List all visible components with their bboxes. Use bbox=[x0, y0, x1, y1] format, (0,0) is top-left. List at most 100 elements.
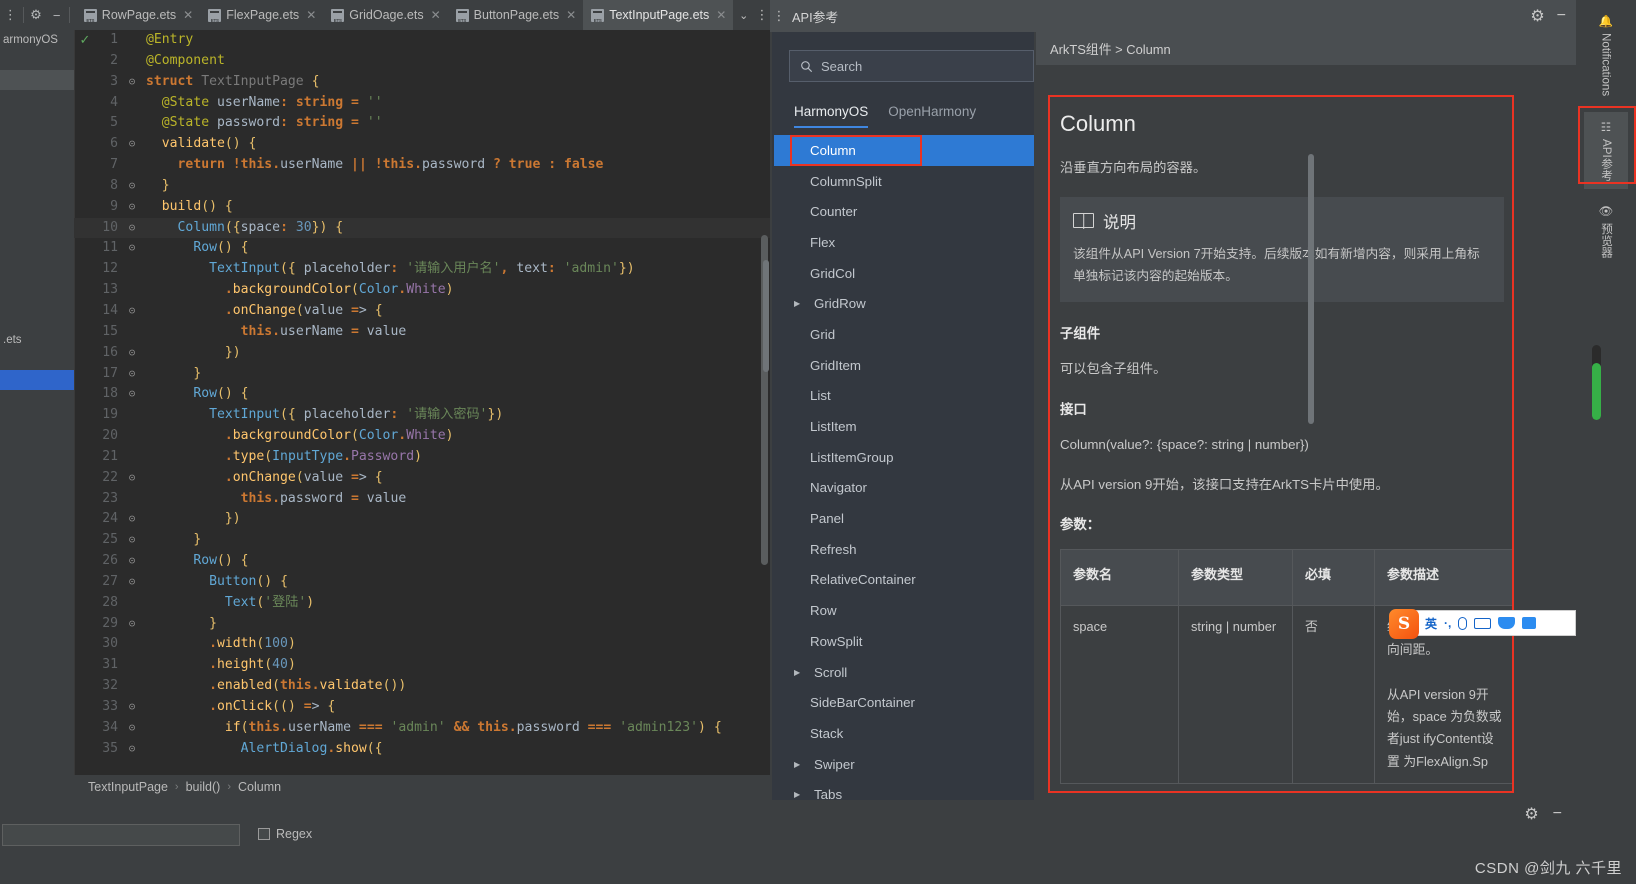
expand-arrow-icon[interactable]: ▶ bbox=[794, 668, 804, 677]
expand-arrow-icon[interactable]: ▶ bbox=[794, 760, 804, 769]
rail-button-api-reference[interactable]: ☷ API参考 bbox=[1584, 112, 1628, 189]
code-line[interactable]: 25 ⊝ } bbox=[74, 530, 770, 551]
regex-checkbox[interactable] bbox=[258, 828, 270, 840]
settings-gear-icon[interactable]: ⚙ bbox=[26, 1, 47, 29]
keyboard-icon[interactable] bbox=[1474, 617, 1492, 629]
component-list-item[interactable]: Navigator bbox=[774, 473, 1034, 504]
code-line[interactable]: 13 .backgroundColor(Color.White) bbox=[74, 280, 770, 301]
gear-icon[interactable]: ⚙ bbox=[1530, 6, 1544, 26]
fold-icon[interactable]: ⊝ bbox=[126, 301, 138, 322]
fold-icon[interactable]: ⊝ bbox=[126, 551, 138, 572]
fold-icon[interactable]: ⊝ bbox=[126, 384, 138, 405]
component-list-item[interactable]: ▶ Scroll bbox=[774, 657, 1034, 688]
component-list-item[interactable]: RelativeContainer bbox=[774, 565, 1034, 596]
breadcrumb-item-column[interactable]: Column bbox=[238, 780, 281, 794]
close-icon[interactable]: ✕ bbox=[183, 8, 193, 22]
code-line[interactable]: 15 this.userName = value bbox=[74, 322, 770, 343]
rail-item-harmonyos[interactable]: armonyOS bbox=[0, 30, 74, 50]
panel-icon[interactable] bbox=[1522, 617, 1537, 629]
expand-arrow-icon[interactable]: ▶ bbox=[794, 790, 804, 799]
editor-tab-buttonpage[interactable]: ButtonPage.ets ✕ bbox=[448, 0, 584, 30]
code-line[interactable]: 8 ⊝ } bbox=[74, 176, 770, 197]
editor-tab-flexpage[interactable]: FlexPage.ets ✕ bbox=[200, 0, 323, 30]
fold-icon[interactable]: ⊝ bbox=[126, 343, 138, 364]
sogou-logo-icon[interactable]: S bbox=[1389, 609, 1419, 639]
fold-icon[interactable]: ⊝ bbox=[126, 572, 138, 593]
editor-tab-textinputpage[interactable]: TextInputPage.ets ✕ bbox=[583, 0, 734, 30]
fold-icon[interactable]: ⊝ bbox=[126, 614, 138, 635]
search-input[interactable]: Search bbox=[789, 50, 1034, 82]
minimize-icon[interactable]: − bbox=[46, 1, 67, 29]
expand-arrow-icon[interactable]: ▶ bbox=[794, 299, 804, 308]
code-editor[interactable]: 1 @Entry 2 @Component 3 ⊝ struct TextInputPage… bbox=[74, 30, 770, 775]
component-list-item[interactable]: RowSplit bbox=[774, 626, 1034, 657]
close-icon[interactable]: ✕ bbox=[566, 8, 576, 22]
component-list-item[interactable]: Counter bbox=[774, 196, 1034, 227]
fold-icon[interactable]: ⊝ bbox=[126, 134, 138, 155]
code-line[interactable]: 17 ⊝ } bbox=[74, 364, 770, 385]
code-line[interactable]: 11 ⊝ Row() { bbox=[74, 238, 770, 259]
more-options-icon[interactable]: ⋮ bbox=[754, 0, 770, 30]
code-line[interactable]: 7 return !this.userName || !this.passwor… bbox=[74, 155, 770, 176]
code-line[interactable]: 30 .width(100) bbox=[74, 634, 770, 655]
doc-scrollbar[interactable] bbox=[1308, 154, 1314, 424]
code-line[interactable]: 21 .type(InputType.Password) bbox=[74, 447, 770, 468]
code-line[interactable]: 20 .backgroundColor(Color.White) bbox=[74, 426, 770, 447]
code-line[interactable]: 35 ⊝ AlertDialog.show({ bbox=[74, 739, 770, 760]
component-list-item[interactable]: Refresh bbox=[774, 534, 1034, 565]
rail-item-highlight[interactable] bbox=[0, 70, 74, 90]
regex-option[interactable]: Regex bbox=[258, 827, 312, 841]
code-line[interactable]: 14 ⊝ .onChange(value => { bbox=[74, 301, 770, 322]
minimize-icon[interactable]: − bbox=[1553, 805, 1562, 823]
fold-icon[interactable]: ⊝ bbox=[126, 197, 138, 218]
code-line[interactable]: 4 @State userName: string = '' bbox=[74, 93, 770, 114]
component-list-item[interactable]: GridCol bbox=[774, 258, 1034, 289]
fold-icon[interactable]: ⊝ bbox=[126, 509, 138, 530]
component-list-item[interactable]: ▶ Swiper bbox=[774, 749, 1034, 780]
code-line[interactable]: 26 ⊝ Row() { bbox=[74, 551, 770, 572]
code-line[interactable]: 34 ⊝ if(this.userName === 'admin' && this… bbox=[74, 718, 770, 739]
component-list-item[interactable]: Flex bbox=[774, 227, 1034, 258]
more-options-icon[interactable]: ⋮ bbox=[770, 8, 788, 24]
tab-harmonyos[interactable]: HarmonyOS bbox=[794, 104, 869, 128]
component-list-item[interactable]: Row bbox=[774, 595, 1034, 626]
close-icon[interactable]: ✕ bbox=[306, 8, 316, 22]
fold-icon[interactable]: ⊝ bbox=[126, 238, 138, 259]
code-line[interactable]: 29 ⊝ } bbox=[74, 614, 770, 635]
component-list-item[interactable]: GridItem bbox=[774, 350, 1034, 381]
code-line[interactable]: 6 ⊝ validate() { bbox=[74, 134, 770, 155]
fold-icon[interactable]: ⊝ bbox=[126, 718, 138, 739]
code-line[interactable]: 12 TextInput({ placeholder: '请输入用户名', te… bbox=[74, 259, 770, 280]
component-list-item[interactable]: Column bbox=[774, 135, 1034, 166]
component-list-item[interactable]: ListItemGroup bbox=[774, 442, 1034, 473]
code-line[interactable]: 28 Text('登陆') bbox=[74, 593, 770, 614]
code-line[interactable]: 5 @State password: string = '' bbox=[74, 113, 770, 134]
code-line[interactable]: 27 ⊝ Button() { bbox=[74, 572, 770, 593]
close-icon[interactable]: ✕ bbox=[716, 8, 726, 22]
fold-icon[interactable]: ⊝ bbox=[126, 739, 138, 760]
code-line[interactable]: 9 ⊝ build() { bbox=[74, 197, 770, 218]
code-line[interactable]: 18 ⊝ Row() { bbox=[74, 384, 770, 405]
code-line[interactable]: 31 .height(40) bbox=[74, 655, 770, 676]
ime-language-toggle[interactable]: 英 bbox=[1425, 615, 1437, 632]
code-line[interactable]: 16 ⊝ }) bbox=[74, 343, 770, 364]
close-icon[interactable]: ✕ bbox=[431, 8, 441, 22]
fold-icon[interactable]: ⊝ bbox=[126, 530, 138, 551]
code-line[interactable]: 33 ⊝ .onClick(() => { bbox=[74, 697, 770, 718]
collapse-icon[interactable]: ⋮ bbox=[0, 1, 21, 29]
component-list-item[interactable]: ColumnSplit bbox=[774, 166, 1034, 197]
component-list-item[interactable]: List bbox=[774, 381, 1034, 412]
find-input[interactable] bbox=[2, 824, 240, 846]
fold-icon[interactable]: ⊝ bbox=[126, 364, 138, 385]
rail-button-notifications[interactable]: 🔔 Notifications bbox=[1584, 6, 1628, 104]
ime-punctuation-toggle[interactable]: ·, bbox=[1444, 616, 1451, 630]
code-line[interactable]: 2 @Component bbox=[74, 51, 770, 72]
breadcrumb-item-struct[interactable]: TextInputPage bbox=[88, 780, 168, 794]
code-line[interactable]: 23 this.password = value bbox=[74, 489, 770, 510]
code-content[interactable]: 1 @Entry 2 @Component 3 ⊝ struct TextInputPage… bbox=[74, 30, 770, 760]
chevron-down-icon[interactable]: ⌄ bbox=[733, 0, 754, 30]
bow-icon[interactable] bbox=[1498, 617, 1516, 629]
fold-icon[interactable]: ⊝ bbox=[126, 72, 138, 93]
component-list-item[interactable]: ▶ GridRow bbox=[774, 288, 1034, 319]
minimize-icon[interactable]: − bbox=[1557, 7, 1566, 25]
